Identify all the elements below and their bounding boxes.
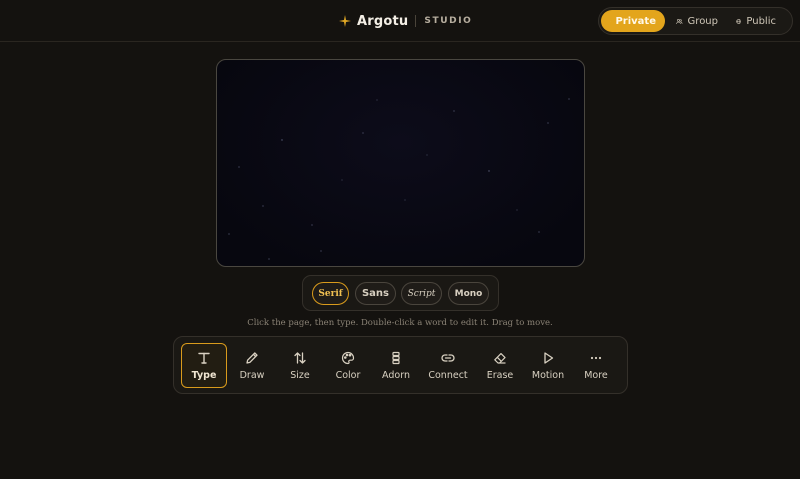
font-script-button[interactable]: Script: [401, 282, 442, 305]
play-icon: [544, 351, 554, 364]
tool-motion-button[interactable]: Motion: [525, 343, 571, 388]
tool-size-button[interactable]: Size: [277, 343, 323, 388]
visibility-private-label: Private: [615, 15, 656, 27]
font-serif-button[interactable]: Serif: [312, 282, 349, 305]
tool-color-button[interactable]: Color: [325, 343, 371, 388]
visibility-private-button[interactable]: Private: [601, 10, 665, 32]
drawing-canvas[interactable]: [216, 59, 585, 267]
tool-connect-label: Connect: [428, 369, 468, 381]
brand-subtitle: STUDIO: [424, 16, 473, 26]
tool-more-label: More: [584, 369, 608, 381]
more-icon: [590, 356, 602, 359]
tool-more-button[interactable]: More: [573, 343, 619, 388]
pencil-icon: [246, 351, 258, 364]
tool-type-label: Type: [191, 369, 217, 381]
palette-icon: [341, 351, 355, 364]
type-icon: [198, 352, 210, 364]
font-sans-button[interactable]: Sans: [355, 282, 396, 305]
starfield: [228, 98, 570, 260]
brand-name: Argotu: [357, 13, 409, 29]
sparkle-icon: [339, 15, 351, 27]
tool-draw-button[interactable]: Draw: [229, 343, 275, 388]
tool-erase-label: Erase: [486, 369, 514, 381]
visibility-public-button[interactable]: Public: [727, 10, 785, 32]
tool-bar: Type Draw Size Color Adorn Connect Erase…: [173, 336, 628, 394]
tool-adorn-button[interactable]: Adorn: [373, 343, 419, 388]
link-icon: [441, 353, 455, 362]
tool-erase-button[interactable]: Erase: [477, 343, 523, 388]
tool-draw-label: Draw: [239, 369, 265, 381]
canvas-hint: Click the page, then type. Double-click …: [247, 318, 553, 328]
brand: Argotu STUDIO: [339, 11, 472, 31]
app-header: Argotu STUDIO Private Group Public: [0, 0, 800, 42]
adorn-icon: [392, 351, 400, 364]
arrows-up-down-icon: [294, 351, 306, 364]
tool-adorn-label: Adorn: [382, 369, 410, 381]
globe-icon: [736, 18, 742, 24]
tool-type-button[interactable]: Type: [181, 343, 227, 388]
eraser-icon: [494, 352, 506, 364]
brand-divider: [415, 15, 417, 27]
tool-color-label: Color: [335, 369, 361, 381]
visibility-group-label: Group: [687, 15, 718, 27]
visibility-switch: Private Group Public: [598, 7, 793, 35]
tool-size-label: Size: [290, 369, 310, 381]
tool-connect-button[interactable]: Connect: [425, 343, 471, 388]
tool-motion-label: Motion: [531, 369, 565, 381]
font-picker: Serif Sans Script Mono: [302, 275, 499, 311]
font-mono-button[interactable]: Mono: [448, 282, 489, 305]
users-icon: [676, 18, 683, 24]
visibility-group-button[interactable]: Group: [667, 10, 727, 32]
visibility-public-label: Public: [746, 15, 776, 27]
